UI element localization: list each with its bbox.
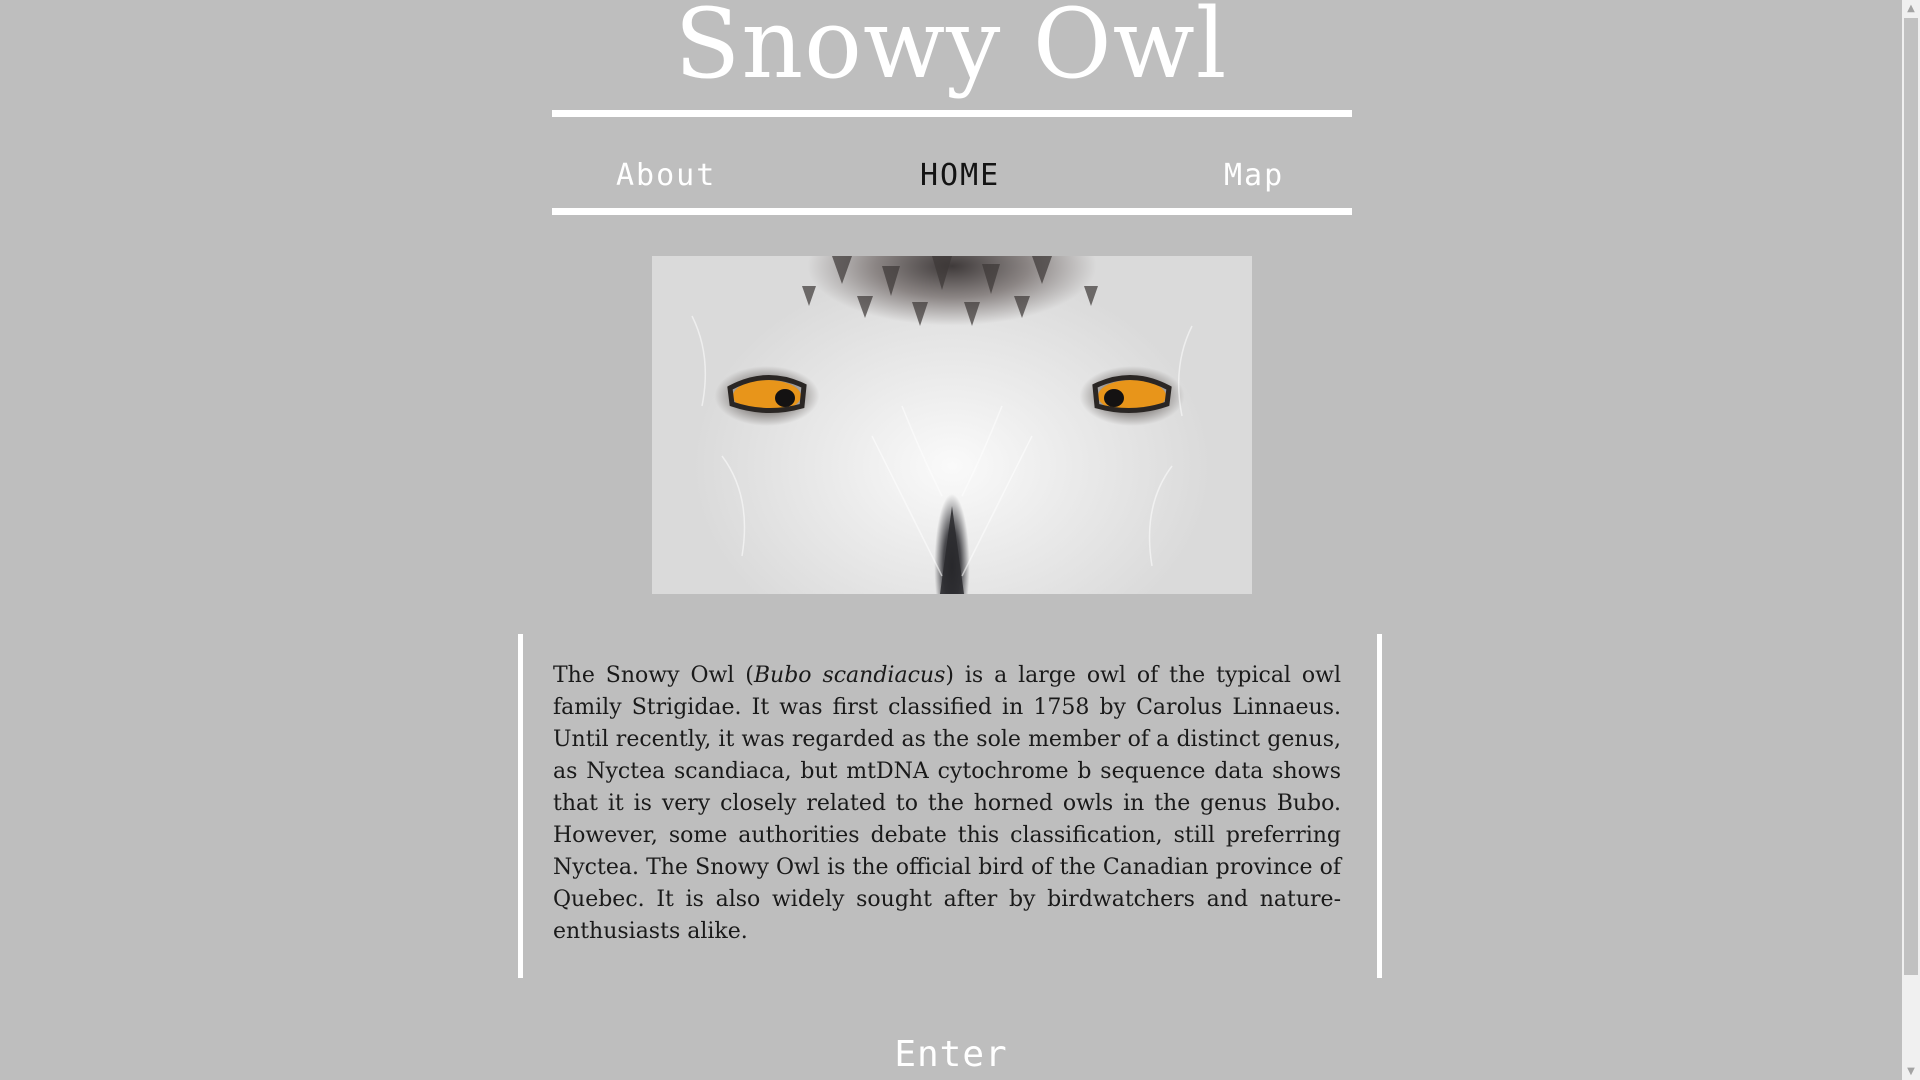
description-panel: The Snowy Owl (Bubo scandiacus) is a lar… — [518, 634, 1382, 978]
owl-feather-overlay — [691, 256, 1193, 594]
scrollbar-thumb[interactable] — [1904, 18, 1918, 975]
nav-divider — [552, 208, 1352, 215]
nav-link-home[interactable]: HOME — [920, 158, 1000, 193]
description-text-rest: ) is a large owl of the typical owl fami… — [553, 663, 1342, 944]
title-divider — [552, 110, 1352, 117]
nav-link-about[interactable]: About — [616, 158, 716, 193]
description-text: The Snowy Owl (Bubo scandiacus) is a lar… — [553, 660, 1341, 948]
page: Snowy Owl About HOME Map The Snowy Owl (… — [0, 0, 1902, 1080]
nav-link-map[interactable]: Map — [1224, 158, 1284, 193]
enter-link[interactable]: Enter — [0, 1034, 1902, 1075]
scroll-up-arrow-icon[interactable]: ▲ — [1902, 0, 1920, 17]
description-text-start: The Snowy Owl ( — [553, 663, 754, 688]
scientific-name: Bubo scandiacus — [753, 663, 946, 688]
site-title: Snowy Owl — [674, 0, 1228, 100]
owl-face-image — [652, 256, 1252, 594]
vertical-scrollbar[interactable]: ▲ ▼ — [1902, 0, 1920, 1080]
scroll-down-arrow-icon[interactable]: ▼ — [1902, 1063, 1920, 1080]
